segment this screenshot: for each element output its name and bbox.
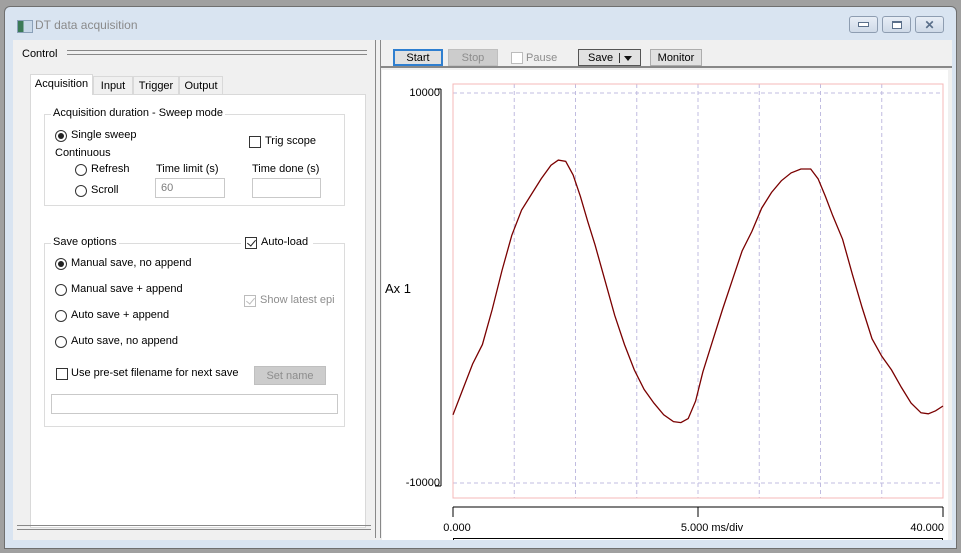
pause-checkbox[interactable] (511, 52, 523, 64)
maximize-button[interactable] (882, 16, 911, 33)
acquisition-tab-panel: Acquisition duration - Sweep mode Single… (30, 94, 366, 528)
pause-label[interactable]: Pause (526, 52, 557, 64)
minimize-button[interactable] (849, 16, 878, 33)
auto-load-label[interactable]: Auto-load (261, 236, 308, 248)
tab-output[interactable]: Output (179, 76, 223, 94)
trig-scope-checkbox[interactable] (249, 136, 261, 148)
scope-chart: 10000 -10000 Ax 1 0.000 5.000 ms/div 40.… (385, 83, 944, 545)
close-button[interactable]: ✕ (915, 16, 944, 33)
x-start-label: 0.000 (443, 522, 471, 534)
auto-load-checkbox[interactable] (245, 237, 257, 249)
auto-save-no-append-label[interactable]: Auto save, no append (71, 335, 178, 347)
monitor-label: Monitor (657, 52, 695, 64)
tab-label: Trigger (138, 80, 174, 92)
channel-label: Ax 1 (385, 281, 411, 296)
x-scale-bar (452, 506, 944, 517)
time-limit-input[interactable]: 60 (155, 178, 225, 198)
scope-plot-area: 10000 -10000 Ax 1 0.000 5.000 ms/div 40.… (382, 70, 948, 545)
manual-save-append-label[interactable]: Manual save + append (71, 283, 183, 295)
scroll-label[interactable]: Scroll (91, 184, 119, 196)
start-button[interactable]: Start (393, 49, 443, 66)
minimize-icon (858, 22, 869, 27)
horizontal-scrollbar[interactable] (453, 538, 943, 545)
preset-filename-label[interactable]: Use pre-set filename for next save (71, 367, 239, 379)
single-sweep-radio[interactable] (55, 130, 67, 142)
scope-panel: Start Stop Pause Save Monitor 10000 -100… (380, 40, 952, 545)
control-panel: Control Acquisition Input Trigger Output… (13, 40, 374, 540)
acquisition-duration-group: Acquisition duration - Sweep mode Single… (44, 107, 345, 206)
save-options-title: Save options (51, 236, 119, 248)
stop-label: Stop (461, 52, 485, 64)
save-options-group: Save options Auto-load Manual save, no a… (44, 236, 345, 427)
chevron-down-icon[interactable] (624, 56, 632, 61)
window-title: DT data acquisition (35, 18, 138, 32)
single-sweep-label[interactable]: Single sweep (71, 129, 136, 141)
client-area: Control Acquisition Input Trigger Output… (13, 40, 952, 545)
title-bar[interactable]: DT data acquisition ✕ (5, 7, 956, 39)
save-label: Save (588, 52, 614, 64)
manual-save-append-radio[interactable] (55, 284, 67, 296)
refresh-label[interactable]: Refresh (91, 163, 130, 175)
split-divider (619, 53, 620, 63)
preset-filename-checkbox[interactable] (56, 368, 68, 380)
close-icon: ✕ (924, 17, 935, 32)
auto-save-append-label[interactable]: Auto save + append (71, 309, 169, 321)
scroll-radio[interactable] (75, 185, 87, 197)
grid (453, 84, 943, 498)
app-icon (17, 20, 33, 33)
control-label: Control (22, 48, 58, 60)
y-min-label: -10000 (406, 477, 440, 489)
time-done-input[interactable] (252, 178, 321, 198)
x-end-label: 40.000 (910, 522, 944, 534)
maximize-icon (891, 20, 902, 29)
tab-acquisition[interactable]: Acquisition (30, 74, 93, 95)
y-max-label: 10000 (409, 87, 440, 99)
stop-button[interactable]: Stop (448, 49, 498, 66)
set-name-label: Set name (266, 370, 314, 382)
x-scale-label: 5.000 ms/div (681, 522, 744, 534)
time-limit-label: Time limit (s) (156, 163, 219, 175)
auto-load-control[interactable]: Auto-load (241, 236, 313, 250)
continuous-label: Continuous (55, 147, 111, 159)
auto-save-no-append-radio[interactable] (55, 336, 67, 348)
tab-label: Acquisition (34, 78, 89, 90)
set-name-button[interactable]: Set name (254, 366, 326, 385)
main-window: DT data acquisition ✕ Control Acquisitio… (4, 6, 957, 549)
save-split-button[interactable]: Save (578, 49, 641, 66)
monitor-button[interactable]: Monitor (650, 49, 702, 66)
manual-save-no-append-label[interactable]: Manual save, no append (71, 257, 191, 269)
trig-scope-label[interactable]: Trig scope (265, 135, 316, 147)
time-limit-value: 60 (161, 182, 174, 194)
show-latest-label: Show latest epi (260, 294, 335, 306)
control-panel-grip[interactable] (67, 50, 367, 55)
show-latest-checkbox[interactable] (244, 295, 256, 307)
control-panel-bottom-rule (17, 525, 371, 530)
refresh-radio[interactable] (75, 164, 87, 176)
tab-label: Output (184, 80, 218, 92)
auto-save-append-radio[interactable] (55, 310, 67, 322)
start-label: Start (406, 52, 430, 64)
time-done-label: Time done (s) (252, 163, 320, 175)
tab-input[interactable]: Input (93, 76, 133, 94)
scope-toolbar: Start Stop Pause Save Monitor (380, 40, 952, 68)
filename-input[interactable] (51, 394, 338, 414)
acquisition-duration-title: Acquisition duration - Sweep mode (51, 107, 225, 119)
tab-label: Input (100, 80, 126, 92)
manual-save-no-append-radio[interactable] (55, 258, 67, 270)
tab-trigger[interactable]: Trigger (133, 76, 179, 94)
